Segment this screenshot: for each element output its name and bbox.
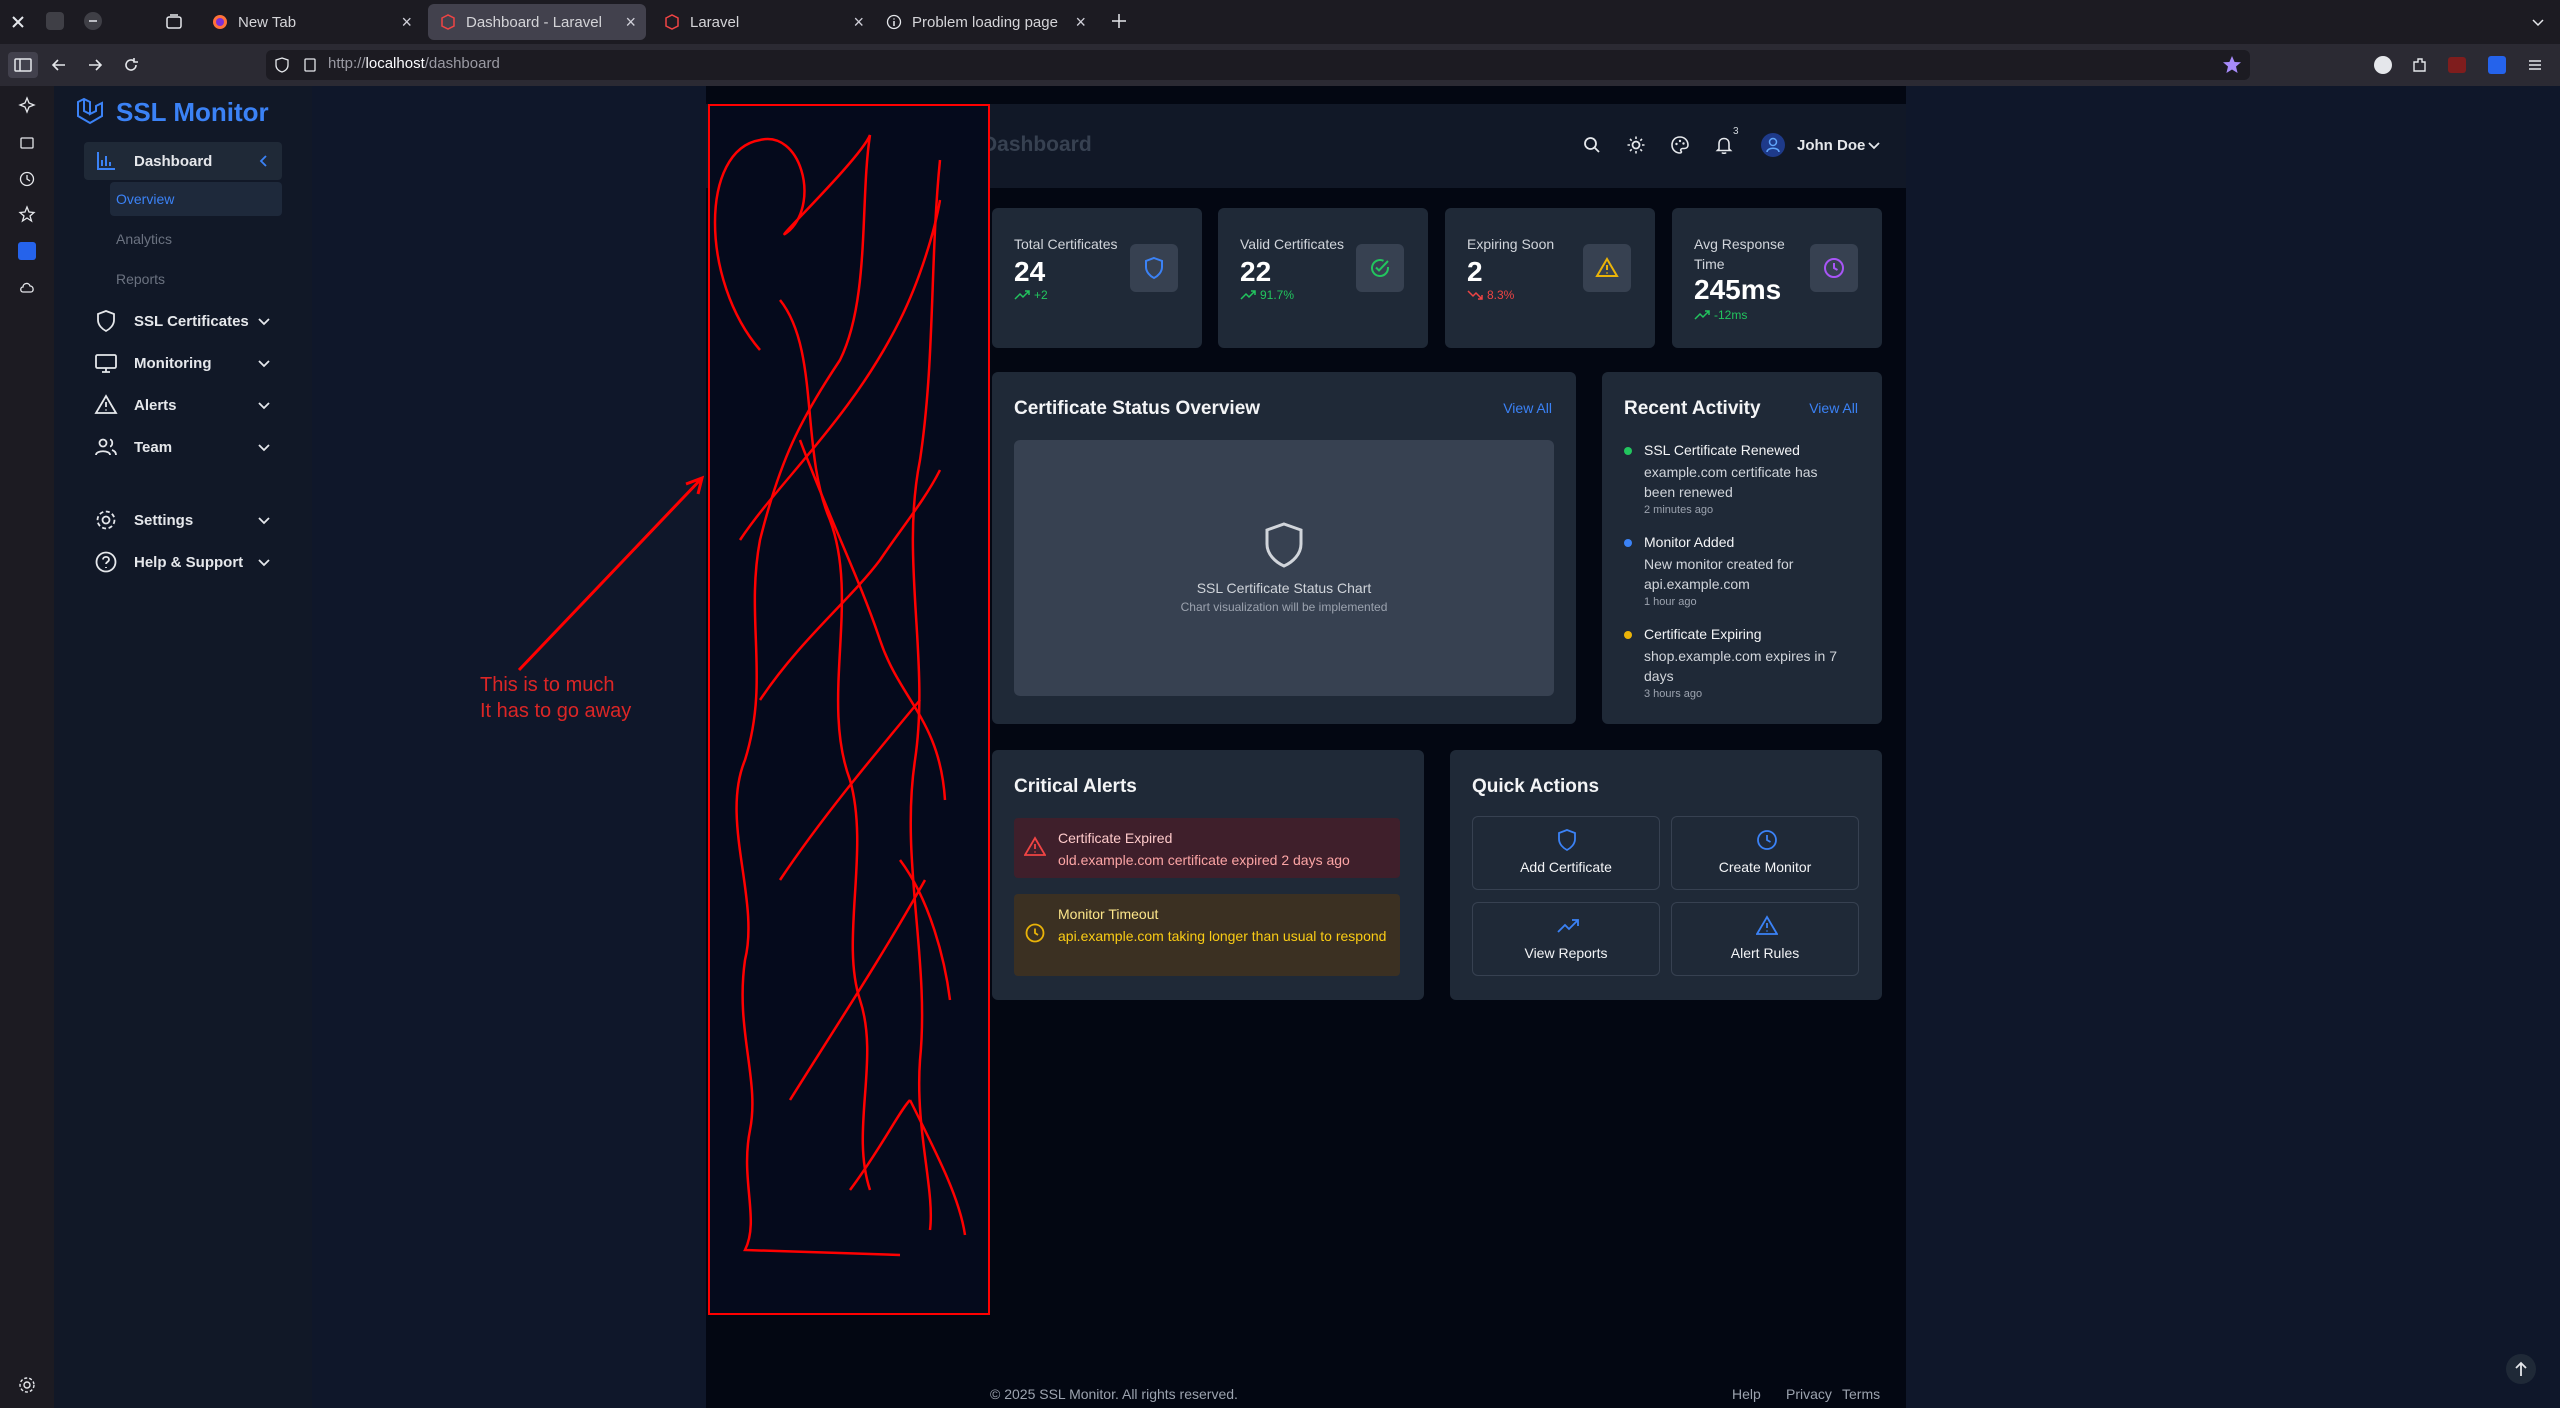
- annotation-line-2: It has to go away: [480, 700, 632, 722]
- red-scribble-annotation: [517, 104, 990, 1315]
- annotation-note: This is to much It has to go away: [480, 672, 631, 724]
- annotation-line-1: This is to much: [480, 674, 615, 696]
